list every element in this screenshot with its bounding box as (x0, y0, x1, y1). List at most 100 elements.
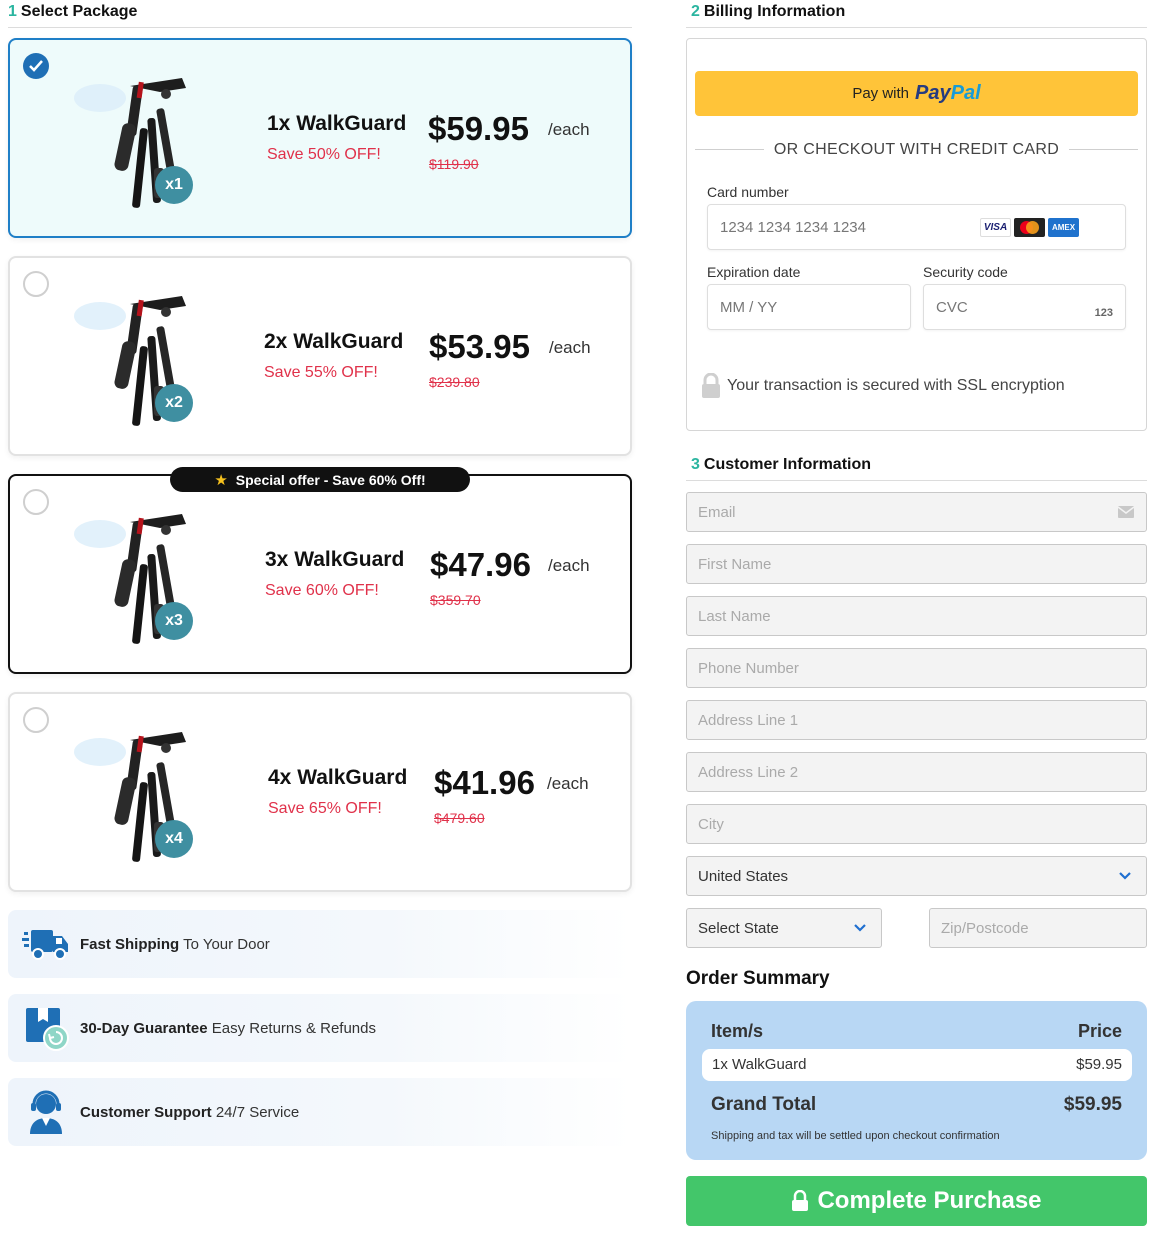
order-summary-box: Item/s Price 1x WalkGuard $59.95 Grand T… (686, 1001, 1147, 1160)
price-header: Price (1077, 1021, 1122, 1041)
star-icon: ★ (214, 471, 228, 489)
card-number-placeholder: 1234 1234 1234 1234 (720, 218, 866, 236)
mastercard-icon (1014, 218, 1045, 237)
feature-subtitle: Easy Returns & Refunds (211, 1019, 376, 1037)
card-number-input[interactable]: 1234 1234 1234 1234 VISA AMEX (707, 204, 1126, 250)
email-field[interactable]: Email (686, 492, 1147, 532)
price-unit: /each (548, 556, 590, 575)
package-option-2[interactable]: x2 2x WalkGuard Save 55% OFF! $53.95 /ea… (8, 256, 632, 456)
cvc-input[interactable]: CVC 123 (923, 284, 1126, 330)
feature-text: Customer Support 24/7 Service (80, 1104, 299, 1121)
complete-purchase-button[interactable]: Complete Purchase (686, 1176, 1147, 1226)
phone-placeholder: Phone Number (698, 659, 799, 677)
quantity-badge: x2 (155, 384, 193, 422)
email-placeholder: Email (698, 503, 736, 521)
ssl-text: Your transaction is secured with SSL enc… (727, 377, 1065, 394)
address-line-1-field[interactable]: Address Line 1 (686, 700, 1147, 740)
price-unit: /each (548, 120, 590, 139)
package-price: $59.95 (428, 110, 529, 147)
divider (8, 27, 632, 28)
cvc-label: Security code (923, 264, 1008, 280)
line-item-price: $59.95 (1076, 1056, 1122, 1073)
paypal-button[interactable]: Pay with PayPal (695, 71, 1138, 116)
feature-text: Fast Shipping To Your Door (80, 936, 270, 953)
step-label: Select Package (20, 3, 138, 20)
package-option-3[interactable]: x3 3x WalkGuard Save 60% OFF! $47.96 /ea… (8, 474, 632, 674)
headset-agent-icon (30, 1090, 62, 1134)
country-value: United States (698, 867, 789, 885)
radio-unchecked-icon[interactable] (23, 707, 49, 733)
visa-icon: VISA (980, 218, 1011, 237)
items-header: Item/s (711, 1021, 764, 1041)
feature-subtitle: 24/7 Service (215, 1103, 300, 1121)
package-price: $41.96 (434, 764, 535, 801)
billing-form: Pay with PayPal OR CHECKOUT WITH CREDIT … (686, 38, 1147, 431)
package-savings: Save 50% OFF! (267, 146, 381, 163)
select-package-heading: 1 Select Package (8, 3, 137, 21)
lock-icon (702, 373, 720, 398)
package-savings: Save 60% OFF! (265, 582, 379, 599)
original-price: $119.90 (429, 156, 479, 172)
quantity-badge: x4 (155, 820, 193, 858)
customer-information-heading: 3 Customer Information (691, 456, 871, 474)
radio-unchecked-icon[interactable] (23, 271, 49, 297)
step-number: 3 (691, 456, 700, 473)
package-savings: Save 55% OFF! (264, 364, 378, 381)
country-select[interactable]: United States (686, 856, 1147, 896)
price-unit: /each (549, 338, 591, 357)
lock-icon (792, 1190, 809, 1211)
package-price: $47.96 (430, 546, 531, 583)
truck-icon (22, 930, 68, 960)
package-name: 1x WalkGuard (267, 112, 407, 135)
radio-checked-icon[interactable] (23, 53, 49, 79)
feature-subtitle: To Your Door (183, 935, 270, 953)
feature-support: Customer Support 24/7 Service (8, 1078, 632, 1146)
quantity-badge: x3 (155, 602, 193, 640)
step-label: Customer Information (703, 456, 872, 473)
envelope-icon (1118, 506, 1134, 518)
order-summary-heading: Order Summary (686, 968, 830, 989)
billing-information-heading: 2 Billing Information (691, 3, 845, 21)
original-price: $479.60 (434, 810, 485, 826)
cvc-placeholder: CVC (936, 298, 968, 316)
or-checkout-label: OR CHECKOUT WITH CREDIT CARD (687, 141, 1146, 159)
grand-total-value: $59.95 (1063, 1094, 1122, 1115)
package-savings: Save 65% OFF! (268, 800, 382, 817)
complete-purchase-label: Complete Purchase (817, 1187, 1042, 1214)
feature-fast-shipping: Fast Shipping To Your Door (8, 910, 632, 978)
radio-unchecked-icon[interactable] (23, 489, 49, 515)
cvc-hint-icon: 123 (1094, 307, 1113, 319)
zip-field[interactable]: Zip/Postcode (929, 908, 1147, 948)
package-option-4[interactable]: x4 4x WalkGuard Save 65% OFF! $41.96 /ea… (8, 692, 632, 892)
feature-text: 30-Day Guarantee Easy Returns & Refunds (80, 1020, 376, 1037)
phone-field[interactable]: Phone Number (686, 648, 1147, 688)
feature-title: 30-Day Guarantee (80, 1019, 208, 1037)
first-name-field[interactable]: First Name (686, 544, 1147, 584)
step-number: 2 (691, 3, 700, 20)
package-price: $53.95 (429, 328, 530, 365)
last-name-placeholder: Last Name (698, 607, 771, 625)
package-name: 2x WalkGuard (264, 330, 404, 353)
expiry-placeholder: MM / YY (720, 298, 778, 316)
ssl-notice: Your transaction is secured with SSL enc… (701, 373, 1065, 399)
chevron-down-icon (1119, 872, 1131, 880)
address-line-2-field[interactable]: Address Line 2 (686, 752, 1147, 792)
package-option-1[interactable]: x1 1x WalkGuard Save 50% OFF! $59.95 /ea… (8, 38, 632, 238)
grand-total-label: Grand Total (711, 1094, 817, 1115)
card-number-label: Card number (707, 184, 789, 200)
original-price: $359.70 (430, 592, 481, 608)
paypal-logo: PayPal (915, 82, 981, 104)
price-unit: /each (547, 774, 589, 793)
last-name-field[interactable]: Last Name (686, 596, 1147, 636)
chevron-down-icon (854, 924, 866, 932)
city-field[interactable]: City (686, 804, 1147, 844)
zip-placeholder: Zip/Postcode (941, 919, 1029, 937)
step-number: 1 (8, 3, 17, 20)
expiry-label: Expiration date (707, 264, 801, 280)
state-select[interactable]: Select State (686, 908, 882, 948)
divider (686, 27, 1147, 28)
state-value: Select State (698, 919, 779, 937)
special-offer-text: Special offer - Save 60% Off! (235, 471, 426, 488)
order-line-item: 1x WalkGuard $59.95 (702, 1049, 1132, 1081)
expiry-input[interactable]: MM / YY (707, 284, 911, 330)
